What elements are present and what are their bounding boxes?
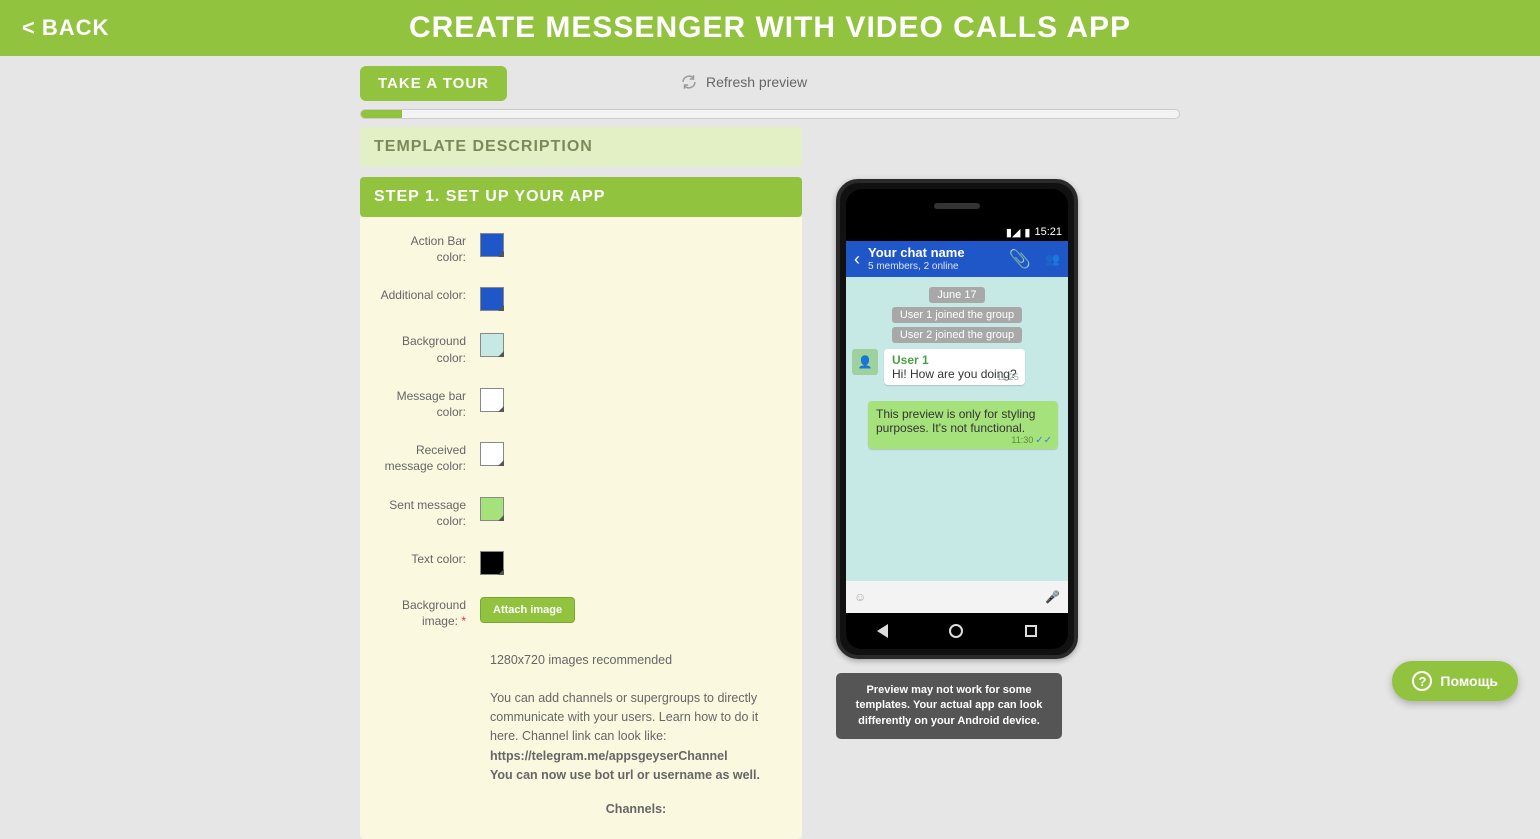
channel-link-example: https://telegram.me/appsgeyserChannel	[490, 747, 782, 766]
additional-color-label: Additional color:	[380, 287, 480, 303]
required-asterisk: *	[461, 614, 466, 628]
messagebar-color-label: Message bar color:	[380, 388, 480, 420]
take-tour-button[interactable]: TAKE A TOUR	[360, 66, 507, 101]
channels-heading: Channels:	[490, 800, 782, 819]
template-description-header[interactable]: TEMPLATE DESCRIPTION	[360, 127, 802, 167]
help-label: Помощь	[1440, 673, 1498, 689]
chat-header: ‹ Your chat name 5 members, 2 online 📎 👥	[846, 241, 1068, 277]
attach-image-button[interactable]: Attach image	[480, 597, 575, 623]
chat-subtitle: 5 members, 2 online	[868, 261, 1001, 272]
help-icon: ?	[1412, 671, 1432, 691]
background-color-picker[interactable]	[480, 333, 504, 357]
phone-screen: ▮◢ ▮ 15:21 ‹ Your chat name 5 members, 2…	[846, 223, 1068, 613]
text-color-label: Text color:	[380, 551, 480, 567]
top-bar: < BACK CREATE MESSENGER WITH VIDEO CALLS…	[0, 0, 1540, 56]
emoji-icon[interactable]: ☺	[854, 590, 866, 604]
sent-color-picker[interactable]	[480, 497, 504, 521]
page-title: CREATE MESSENGER WITH VIDEO CALLS APP	[0, 11, 1540, 45]
bot-hint: You can now use bot url or username as w…	[490, 766, 782, 785]
help-button[interactable]: ? Помощь	[1392, 661, 1518, 701]
progress-bar	[360, 109, 1180, 119]
date-chip: June 17	[929, 287, 984, 303]
android-nav-bar	[846, 613, 1068, 649]
chevron-left-icon: <	[22, 15, 36, 41]
channels-hint-text: You can add channels or supergroups to d…	[490, 689, 782, 747]
sent-color-label: Sent message color:	[380, 497, 480, 529]
actionbar-color-picker[interactable]	[480, 233, 504, 257]
message-time: 11:25	[997, 372, 1019, 382]
outgoing-message: This preview is only for styling purpose…	[868, 401, 1058, 449]
status-time: 15:21	[1034, 226, 1062, 238]
text-color-picker[interactable]	[480, 551, 504, 575]
refresh-preview-button[interactable]: Refresh preview	[680, 73, 807, 91]
incoming-message: 👤 User 1 Hi! How are you doing? 11:25	[852, 349, 1062, 385]
nav-back-icon[interactable]	[877, 624, 888, 638]
android-status-bar: ▮◢ ▮ 15:21	[846, 223, 1068, 241]
members-icon[interactable]: 👥	[1045, 252, 1060, 266]
back-button[interactable]: < BACK	[0, 15, 109, 41]
actionbar-color-label: Action Bar color:	[380, 233, 480, 265]
battery-icon: ▮	[1024, 226, 1030, 239]
received-color-label: Received message color:	[380, 442, 480, 474]
nav-home-icon[interactable]	[949, 624, 963, 638]
phone-speaker	[934, 203, 980, 209]
chat-title: Your chat name	[868, 246, 1001, 260]
sender-name: User 1	[892, 353, 1017, 367]
mic-icon[interactable]: 🎤	[1045, 590, 1060, 604]
image-resolution-hint: 1280x720 images recommended	[490, 651, 782, 670]
refresh-icon	[680, 73, 698, 91]
received-color-picker[interactable]	[480, 442, 504, 466]
avatar-icon: 👤	[852, 349, 878, 375]
phone-preview: ▮◢ ▮ 15:21 ‹ Your chat name 5 members, 2…	[836, 179, 1078, 659]
message-input-bar[interactable]: ☺ 🎤	[846, 581, 1068, 613]
chat-back-icon[interactable]: ‹	[854, 249, 860, 270]
system-message: User 1 joined the group	[892, 307, 1022, 323]
message-text: This preview is only for styling purpose…	[876, 407, 1050, 435]
messagebar-color-picker[interactable]	[480, 388, 504, 412]
bgimage-label: Background image: *	[380, 597, 480, 629]
additional-color-picker[interactable]	[480, 287, 504, 311]
refresh-label: Refresh preview	[706, 74, 807, 90]
nav-recent-icon[interactable]	[1025, 625, 1037, 637]
signal-icon: ▮◢	[1006, 226, 1021, 239]
system-message: User 2 joined the group	[892, 327, 1022, 343]
back-label: BACK	[42, 15, 110, 41]
message-time: 11:30	[1011, 435, 1033, 445]
step1-body: Action Bar color: Additional color: Back…	[360, 217, 802, 839]
read-checks-icon: ✓✓	[1035, 435, 1052, 446]
preview-disclaimer: Preview may not work for some templates.…	[836, 673, 1062, 739]
background-color-label: Background color:	[380, 333, 480, 365]
step1-header[interactable]: STEP 1. SET UP YOUR APP	[360, 177, 802, 217]
attach-icon[interactable]: 📎	[1009, 249, 1031, 270]
progress-fill	[361, 110, 402, 118]
